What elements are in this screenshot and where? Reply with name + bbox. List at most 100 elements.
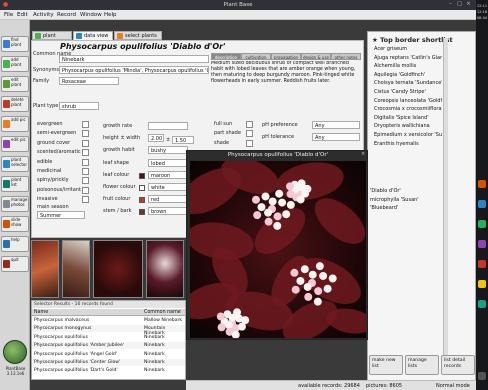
checkbox-3[interactable] [82, 149, 89, 157]
taskbar-app-icon[interactable] [478, 300, 486, 308]
taskbar-app-icon[interactable] [478, 280, 486, 288]
minimize-icon[interactable]: – [448, 2, 453, 7]
sidebar-button-label: delete plant [11, 97, 24, 107]
main-season-field[interactable]: Summer [37, 211, 85, 219]
col-name[interactable]: Name [34, 310, 48, 315]
ph-field-0[interactable]: Any [312, 121, 360, 129]
shortlist-item[interactable]: microphylla 'Susan' [370, 197, 419, 203]
description-tab-2[interactable]: propagation [271, 53, 301, 60]
thumbnail-4[interactable] [146, 240, 184, 298]
taskbar-app-icon[interactable] [478, 200, 486, 208]
maximize-icon[interactable]: □ [457, 2, 462, 7]
sidebar-button-8[interactable]: manage photos [1, 196, 29, 212]
sidebar-button-9[interactable]: slide show [1, 216, 29, 232]
shortlist-item[interactable]: Dryopteris wallichiana [374, 123, 430, 129]
taskbar-menu-icon[interactable] [478, 372, 486, 380]
checkbox-5[interactable] [82, 168, 89, 175]
checkbox-8[interactable] [82, 196, 89, 204]
shortlist-item[interactable]: Ajuga reptans 'Catlin's Giant' [374, 55, 442, 61]
description-tab-1[interactable]: cultivation [241, 53, 271, 60]
attr-field-7[interactable]: brown [148, 207, 188, 216]
shortlist-button-0[interactable]: make new list [369, 355, 403, 375]
shortlist-item[interactable]: 'Diablo d'Or' [370, 188, 401, 194]
description-tab-3[interactable]: design & use [301, 53, 331, 60]
sun-checkbox-0[interactable] [246, 121, 253, 128]
attr-field-1[interactable]: 2.00 [148, 134, 164, 143]
sidebar-button-10[interactable]: help [1, 236, 29, 252]
shortlist-item[interactable]: 'Bluebeard' [370, 205, 398, 211]
shortlist-item[interactable]: Alchemilla mollis [374, 63, 416, 69]
table-row[interactable]: Physocarpus opulifolius 'Angel Gold' Nine… [32, 350, 185, 358]
shortlist-button-2[interactable]: list detail records [441, 355, 475, 375]
attr-field-3[interactable]: lobed [148, 158, 188, 167]
description-tab-4[interactable]: other notes [331, 53, 361, 60]
common-name-field[interactable]: Ninebark [59, 55, 209, 63]
thumbnail-1[interactable] [31, 240, 59, 298]
ph-field-1[interactable]: Any [312, 133, 360, 141]
row-common-name: Ninebark [144, 360, 165, 365]
checkbox-4[interactable] [82, 158, 89, 166]
sidebar-button-2[interactable]: edit plant [1, 76, 29, 92]
attr-field-4[interactable]: maroon [148, 170, 188, 179]
family-field[interactable]: Rosaceae [59, 77, 119, 85]
tab-plant-page[interactable]: plant page [32, 31, 72, 45]
sun-checkbox-2[interactable] [246, 139, 253, 147]
checkbox-0[interactable] [82, 121, 89, 128]
table-row[interactable]: Physocarpus opulifolius 'Amber Jubilee' N… [32, 342, 185, 350]
sidebar-button-3[interactable]: delete plant [1, 96, 29, 112]
checkbox-6[interactable] [82, 177, 89, 185]
sidebar-button-7[interactable]: plant list [1, 176, 29, 192]
checkbox-1[interactable] [82, 130, 89, 138]
sidebar-button-4[interactable]: add pic [1, 116, 29, 132]
sidebar-button-5[interactable]: edit pic [1, 136, 29, 152]
tab-data-view[interactable]: data view [73, 31, 113, 40]
menu-edit[interactable]: Edit [17, 12, 28, 18]
sidebar-button-1[interactable]: add plant [1, 56, 29, 72]
photo-close-icon[interactable]: × [361, 152, 367, 158]
shortlist-item[interactable]: Crocosmia x crocosmiiflora 'Debutante' [374, 106, 442, 112]
menu-record[interactable]: Record [57, 12, 76, 18]
taskbar-app-icon[interactable] [478, 180, 486, 188]
synonyms-field[interactable]: Physocarpus opulifolius 'Mindia', Physoc… [59, 66, 209, 74]
shortlist-item[interactable]: Acer griseum [374, 46, 407, 52]
menu-window[interactable]: Window [80, 12, 102, 18]
thumbnail-3[interactable] [93, 240, 143, 298]
menu-activity[interactable]: Activity [33, 12, 54, 18]
shortlist-button-1[interactable]: manage lists [405, 355, 439, 375]
attr-field-2[interactable]: bushy [148, 146, 188, 155]
shortlist-item[interactable]: Coreopsis lanceolata 'Goldfink' [374, 98, 442, 104]
sidebar-button-6[interactable]: plant selector [1, 156, 29, 172]
shortlist-item[interactable]: Digitalis 'Spice Island' [374, 115, 429, 121]
table-row[interactable]: Physocarpus opulifolius 'Dart's Gold' Nin… [32, 367, 185, 375]
tab-select-plants[interactable]: select plants [114, 31, 162, 40]
shortlist-item[interactable]: Aquilegia 'Goldfinch' [374, 72, 425, 78]
sun-checkbox-1[interactable] [246, 130, 253, 138]
shortlist-item[interactable]: Choisya ternata 'Sundance' [374, 80, 442, 86]
shortlist-item[interactable]: Eranthis hyemalis [374, 141, 419, 147]
table-row[interactable]: Physocarpus opulifolius 'Center Glow' Nin… [32, 359, 185, 366]
taskbar-app-icon[interactable] [478, 240, 486, 248]
width-field[interactable]: 1.50 [172, 136, 194, 144]
thumbnail-2[interactable] [62, 240, 90, 298]
shortlist-scrollbar[interactable] [443, 38, 448, 368]
sidebar-button-0[interactable]: find plant [1, 36, 29, 52]
attr-field-6[interactable]: red [148, 195, 188, 204]
checkbox-7[interactable] [82, 186, 89, 194]
shortlist-item[interactable]: Cistus 'Candy Stripe' [374, 89, 426, 95]
attr-field-0[interactable] [148, 122, 188, 130]
taskbar-app-icon[interactable] [478, 260, 486, 268]
attr-field-5[interactable]: white [148, 183, 188, 191]
table-row[interactable]: Physocarpus monogynusMountain Ninebark [32, 325, 185, 336]
menu-file[interactable]: File [4, 12, 13, 18]
sidebar-button-11[interactable]: quit [1, 256, 29, 272]
checkbox-2[interactable] [82, 139, 89, 147]
table-row[interactable]: Physocarpus malvaceus Mallow Ninebark [32, 317, 185, 324]
menu-help[interactable]: Help [104, 12, 117, 18]
col-common-name[interactable]: Common name [144, 310, 181, 315]
shortlist-item[interactable]: Epimedium x versicolor 'Sulphureum' [374, 132, 442, 138]
taskbar-app-icon[interactable] [478, 220, 486, 228]
description-tab-0[interactable]: description [211, 53, 241, 60]
table-row[interactable]: Physocarpus opulifolius Ninebark [32, 333, 185, 341]
close-icon[interactable]: × [466, 2, 471, 7]
plant-type-field[interactable]: shrub [59, 102, 99, 110]
